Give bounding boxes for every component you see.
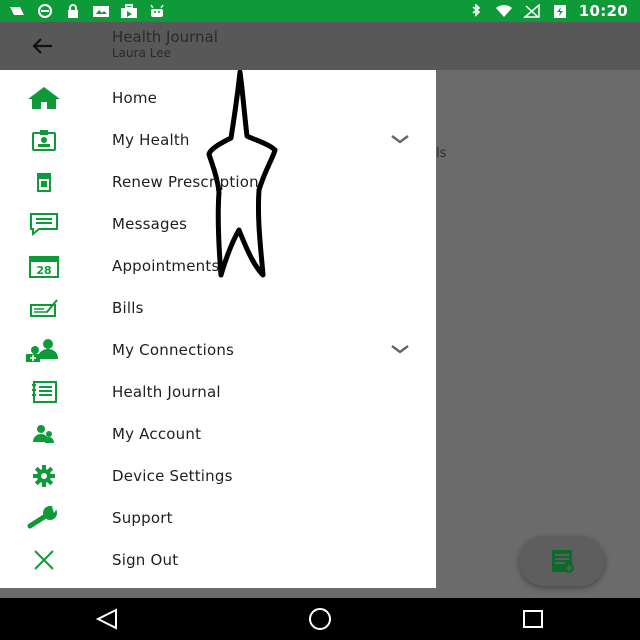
menu-label: My Health [112, 131, 190, 149]
battery-charging-icon [553, 5, 566, 18]
recents-square-icon [523, 610, 544, 628]
nav-recents-button[interactable] [513, 604, 553, 634]
wifi-icon [495, 4, 512, 17]
journal-add-icon [552, 550, 574, 573]
menu-item-my-account[interactable]: My Account [0, 413, 436, 455]
no-signal-icon [522, 4, 540, 18]
menu-item-support[interactable]: Support [0, 497, 436, 539]
behind-partial-text: ls [436, 146, 447, 161]
menu-label: Appointments [112, 257, 220, 275]
menu-label: My Connections [112, 341, 235, 359]
menu-item-my-health[interactable]: My Health [0, 119, 436, 161]
bluetooth-icon [472, 4, 480, 17]
connections-icon [24, 337, 64, 363]
briefcase-icon [121, 4, 137, 18]
back-triangle-icon [95, 608, 117, 630]
menu-item-messages[interactable]: Messages [0, 203, 436, 245]
menu-item-appointments[interactable]: 28 Appointments [0, 245, 436, 287]
menu-label: Sign Out [112, 551, 179, 569]
menu-label: Device Settings [112, 467, 233, 485]
health-id-icon [24, 127, 64, 153]
app-bar: Health Journal Laura Lee [0, 22, 640, 70]
menu-label: Renew Prescription [112, 173, 259, 191]
bill-icon [24, 295, 64, 321]
home-icon [24, 85, 64, 111]
calendar-icon: 28 [24, 253, 64, 279]
menu-label: Health Journal [112, 383, 221, 401]
dnd-icon [38, 4, 52, 18]
menu-label: Support [112, 509, 173, 527]
app-title: Health Journal [112, 28, 218, 46]
chevron-down-icon[interactable] [390, 341, 410, 357]
menu-label: Home [112, 89, 158, 107]
back-arrow-icon[interactable] [28, 32, 56, 60]
menu-item-home[interactable]: Home [0, 77, 436, 119]
menu-item-renew-prescription[interactable]: Renew Prescription [0, 161, 436, 203]
menu-item-health-journal[interactable]: Health Journal [0, 371, 436, 413]
status-time: 10:20 [578, 2, 628, 20]
close-icon [24, 547, 64, 573]
photo-icon [93, 6, 109, 17]
system-nav-bar [0, 598, 640, 640]
lock-icon [68, 4, 78, 18]
journal-icon [24, 379, 64, 405]
menu-item-sign-out[interactable]: Sign Out [0, 539, 436, 581]
menu-item-my-connections[interactable]: My Connections [0, 329, 436, 371]
home-circle-icon [308, 608, 331, 630]
wrench-icon [24, 505, 64, 531]
nav-back-button[interactable] [87, 604, 127, 634]
app-subtitle: Laura Lee [112, 46, 171, 60]
add-journal-fab[interactable] [519, 536, 605, 586]
android-icon [150, 4, 164, 17]
menu-item-bills[interactable]: Bills [0, 287, 436, 329]
fax-icon [10, 7, 24, 15]
gear-icon [24, 463, 64, 489]
chevron-down-icon[interactable] [390, 131, 410, 147]
navigation-drawer: Home My Health Renew Prescription Messag… [0, 70, 436, 588]
message-icon [24, 211, 64, 237]
menu-label: Messages [112, 215, 188, 233]
status-bar: 10:20 [0, 0, 640, 22]
nav-home-button[interactable] [300, 604, 340, 634]
account-icon [24, 421, 64, 447]
menu-label: My Account [112, 425, 202, 443]
menu-item-device-settings[interactable]: Device Settings [0, 455, 436, 497]
menu-label: Bills [112, 299, 144, 317]
calendar-badge: 28 [36, 264, 51, 277]
prescription-icon [24, 169, 64, 195]
